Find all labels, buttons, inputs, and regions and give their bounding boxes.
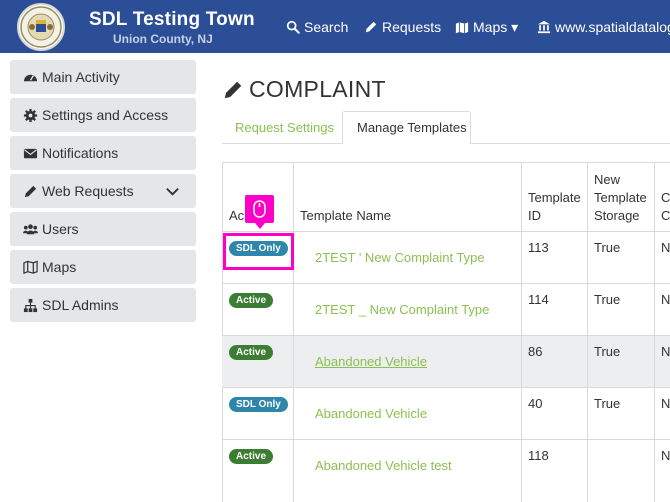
nav-maps-dropdown[interactable]: Maps ▾ xyxy=(455,19,518,36)
template-name-link[interactable]: 2TEST ' New Complaint Type xyxy=(315,250,485,265)
column-divider xyxy=(293,163,294,502)
app-subtitle: Union County, NJ xyxy=(113,32,213,46)
pencil-icon xyxy=(224,81,242,98)
header-line: Template xyxy=(528,190,581,205)
nav-website-link[interactable]: www.spatialdatalogic xyxy=(537,19,670,35)
sidebar-item-label: Users xyxy=(42,221,79,237)
gauge-icon xyxy=(23,74,38,81)
template-name-link[interactable]: Abandoned Vehicle test xyxy=(315,458,452,473)
template-id-cell: 114 xyxy=(528,292,549,307)
map-icon xyxy=(23,260,38,274)
header-line: New xyxy=(594,172,621,187)
sidebar-item-settings-and-access[interactable]: Settings and Access xyxy=(10,98,196,132)
pencil-icon xyxy=(24,185,37,197)
pencil-icon xyxy=(365,21,377,33)
nav-search-label: Search xyxy=(304,19,349,35)
org-chart-icon xyxy=(23,298,38,312)
sidebar-item-maps[interactable]: Maps xyxy=(10,250,196,284)
sidebar-item-label: SDL Admins xyxy=(42,297,119,313)
column-header-truncated[interactable]: C C xyxy=(661,189,670,225)
sidebar-item-sdl-admins[interactable]: SDL Admins xyxy=(10,288,196,322)
sidebar-item-notifications[interactable]: Notifications xyxy=(10,136,196,170)
truncated-cell: N xyxy=(661,344,670,359)
storage-cell: True xyxy=(594,292,621,307)
table-row xyxy=(222,387,670,439)
header-line: Template xyxy=(594,190,647,205)
truncated-cell: N xyxy=(661,448,670,463)
status-badge[interactable]: Active xyxy=(229,345,274,360)
truncated-cell: N xyxy=(661,292,670,307)
tab-request-settings[interactable]: Request Settings xyxy=(222,111,342,144)
gear-icon xyxy=(23,108,38,122)
template-name-link[interactable]: 2TEST _ New Complaint Type xyxy=(315,302,489,317)
sidebar-item-label: Notifications xyxy=(42,145,119,161)
sidebar-item-label: Maps xyxy=(42,259,77,275)
storage-cell: True xyxy=(594,344,621,359)
status-badge[interactable]: Active xyxy=(229,293,274,308)
chevron-down-icon[interactable] xyxy=(165,184,180,199)
nav-maps-label: Maps ▾ xyxy=(473,19,519,35)
template-id-cell: 118 xyxy=(528,448,549,463)
mouse-click-callout xyxy=(245,195,274,229)
header-line: Storage xyxy=(594,208,640,223)
storage-cell: True xyxy=(594,396,621,411)
storage-cell: True xyxy=(594,240,621,255)
template-id-cell: 113 xyxy=(528,240,549,255)
column-header-template-name[interactable]: Template Name xyxy=(300,207,391,225)
top-navbar: SDL Testing Town Union County, NJ Search… xyxy=(0,0,670,53)
column-header-new-template-storage[interactable]: New Template Storage xyxy=(594,171,647,225)
page-title: COMPLAINT xyxy=(222,76,386,103)
sidebar-item-users[interactable]: Users xyxy=(10,212,196,246)
nav-website-label: www.spatialdatalogic xyxy=(555,19,670,35)
users-icon xyxy=(23,223,38,234)
search-icon xyxy=(286,20,300,34)
sidebar-item-label: Main Activity xyxy=(42,69,120,85)
nav-requests-label: Requests xyxy=(382,19,442,35)
page-title-text: COMPLAINT xyxy=(249,76,386,102)
column-divider xyxy=(521,163,522,502)
mouse-icon xyxy=(253,200,266,218)
column-divider xyxy=(654,163,655,502)
header-line: C xyxy=(661,208,670,223)
tab-manage-templates[interactable]: Manage Templates xyxy=(342,111,471,144)
app-title[interactable]: SDL Testing Town xyxy=(89,9,255,31)
town-seal-logo[interactable] xyxy=(17,3,65,51)
envelope-icon xyxy=(23,148,38,158)
template-id-cell: 86 xyxy=(528,344,543,359)
column-header-template-id[interactable]: Template ID xyxy=(528,189,581,225)
map-icon xyxy=(455,21,469,33)
truncated-cell: N xyxy=(661,396,670,411)
template-name-link[interactable]: Abandoned Vehicle xyxy=(315,406,427,421)
header-line: C xyxy=(661,190,670,205)
column-divider xyxy=(587,163,588,502)
truncated-cell: N xyxy=(661,240,670,255)
status-badge[interactable]: Active xyxy=(229,449,274,464)
template-id-cell: 40 xyxy=(528,396,543,411)
table-row xyxy=(222,335,670,387)
header-line: ID xyxy=(528,208,541,223)
status-badge[interactable]: SDL Only xyxy=(229,397,288,412)
sidebar-item-label: Web Requests xyxy=(42,183,134,199)
nav-search[interactable]: Search xyxy=(286,19,348,35)
column-header-active[interactable]: Ac xyxy=(229,207,244,225)
sidebar-item-label: Settings and Access xyxy=(42,107,169,123)
sidebar-item-main-activity[interactable]: Main Activity xyxy=(10,60,196,94)
building-icon xyxy=(537,20,551,34)
sidebar-item-web-requests[interactable]: Web Requests xyxy=(10,174,196,208)
click-highlight-box xyxy=(223,233,294,270)
template-name-link[interactable]: Abandoned Vehicle xyxy=(315,354,427,369)
nav-requests[interactable]: Requests xyxy=(364,19,441,35)
